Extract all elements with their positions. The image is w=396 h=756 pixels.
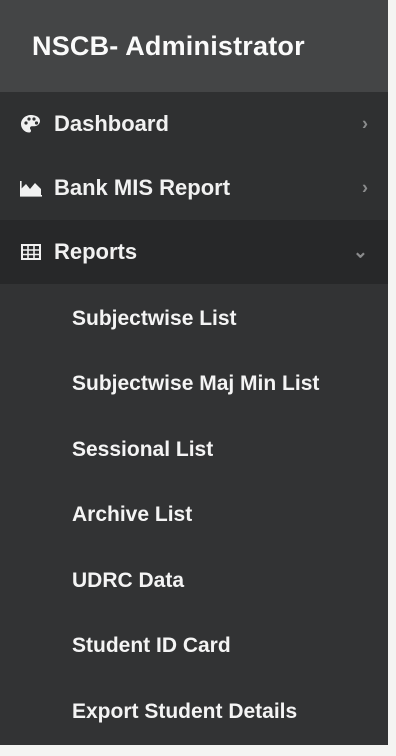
palette-icon (16, 113, 46, 135)
sidebar-item-dashboard[interactable]: Dashboard › (0, 92, 388, 156)
submenu-item-archive-list[interactable]: Archive List (0, 483, 388, 549)
brand-title[interactable]: NSCB- Administrator (0, 0, 388, 92)
sidebar-item-label: Reports (54, 239, 138, 264)
sidebar-item-label: Bank MIS Report (54, 175, 231, 200)
sidebar-item-bank-mis-report[interactable]: Bank MIS Report › (0, 156, 388, 220)
chevron-right-icon: › (362, 177, 368, 198)
reports-submenu: Subjectwise List Subjectwise Maj Min Lis… (0, 284, 388, 745)
table-icon (16, 241, 46, 263)
submenu-item-udrc-data[interactable]: UDRC Data (0, 548, 388, 614)
submenu-item-sessional-list[interactable]: Sessional List (0, 417, 388, 483)
submenu-item-subjectwise-list[interactable]: Subjectwise List (0, 286, 388, 352)
area-chart-icon (16, 177, 46, 199)
sidebar-item-reports[interactable]: Reports ⌄ (0, 220, 388, 284)
submenu-item-student-id-card[interactable]: Student ID Card (0, 614, 388, 680)
chevron-down-icon: ⌄ (352, 241, 368, 262)
submenu-item-export-student-details[interactable]: Export Student Details (0, 679, 388, 745)
submenu-item-subjectwise-maj-min-list[interactable]: Subjectwise Maj Min List (0, 352, 388, 418)
sidebar-item-label: Dashboard (54, 111, 169, 136)
chevron-right-icon: › (362, 113, 368, 134)
sidebar: NSCB- Administrator Dashboard › Bank MIS… (0, 0, 388, 745)
